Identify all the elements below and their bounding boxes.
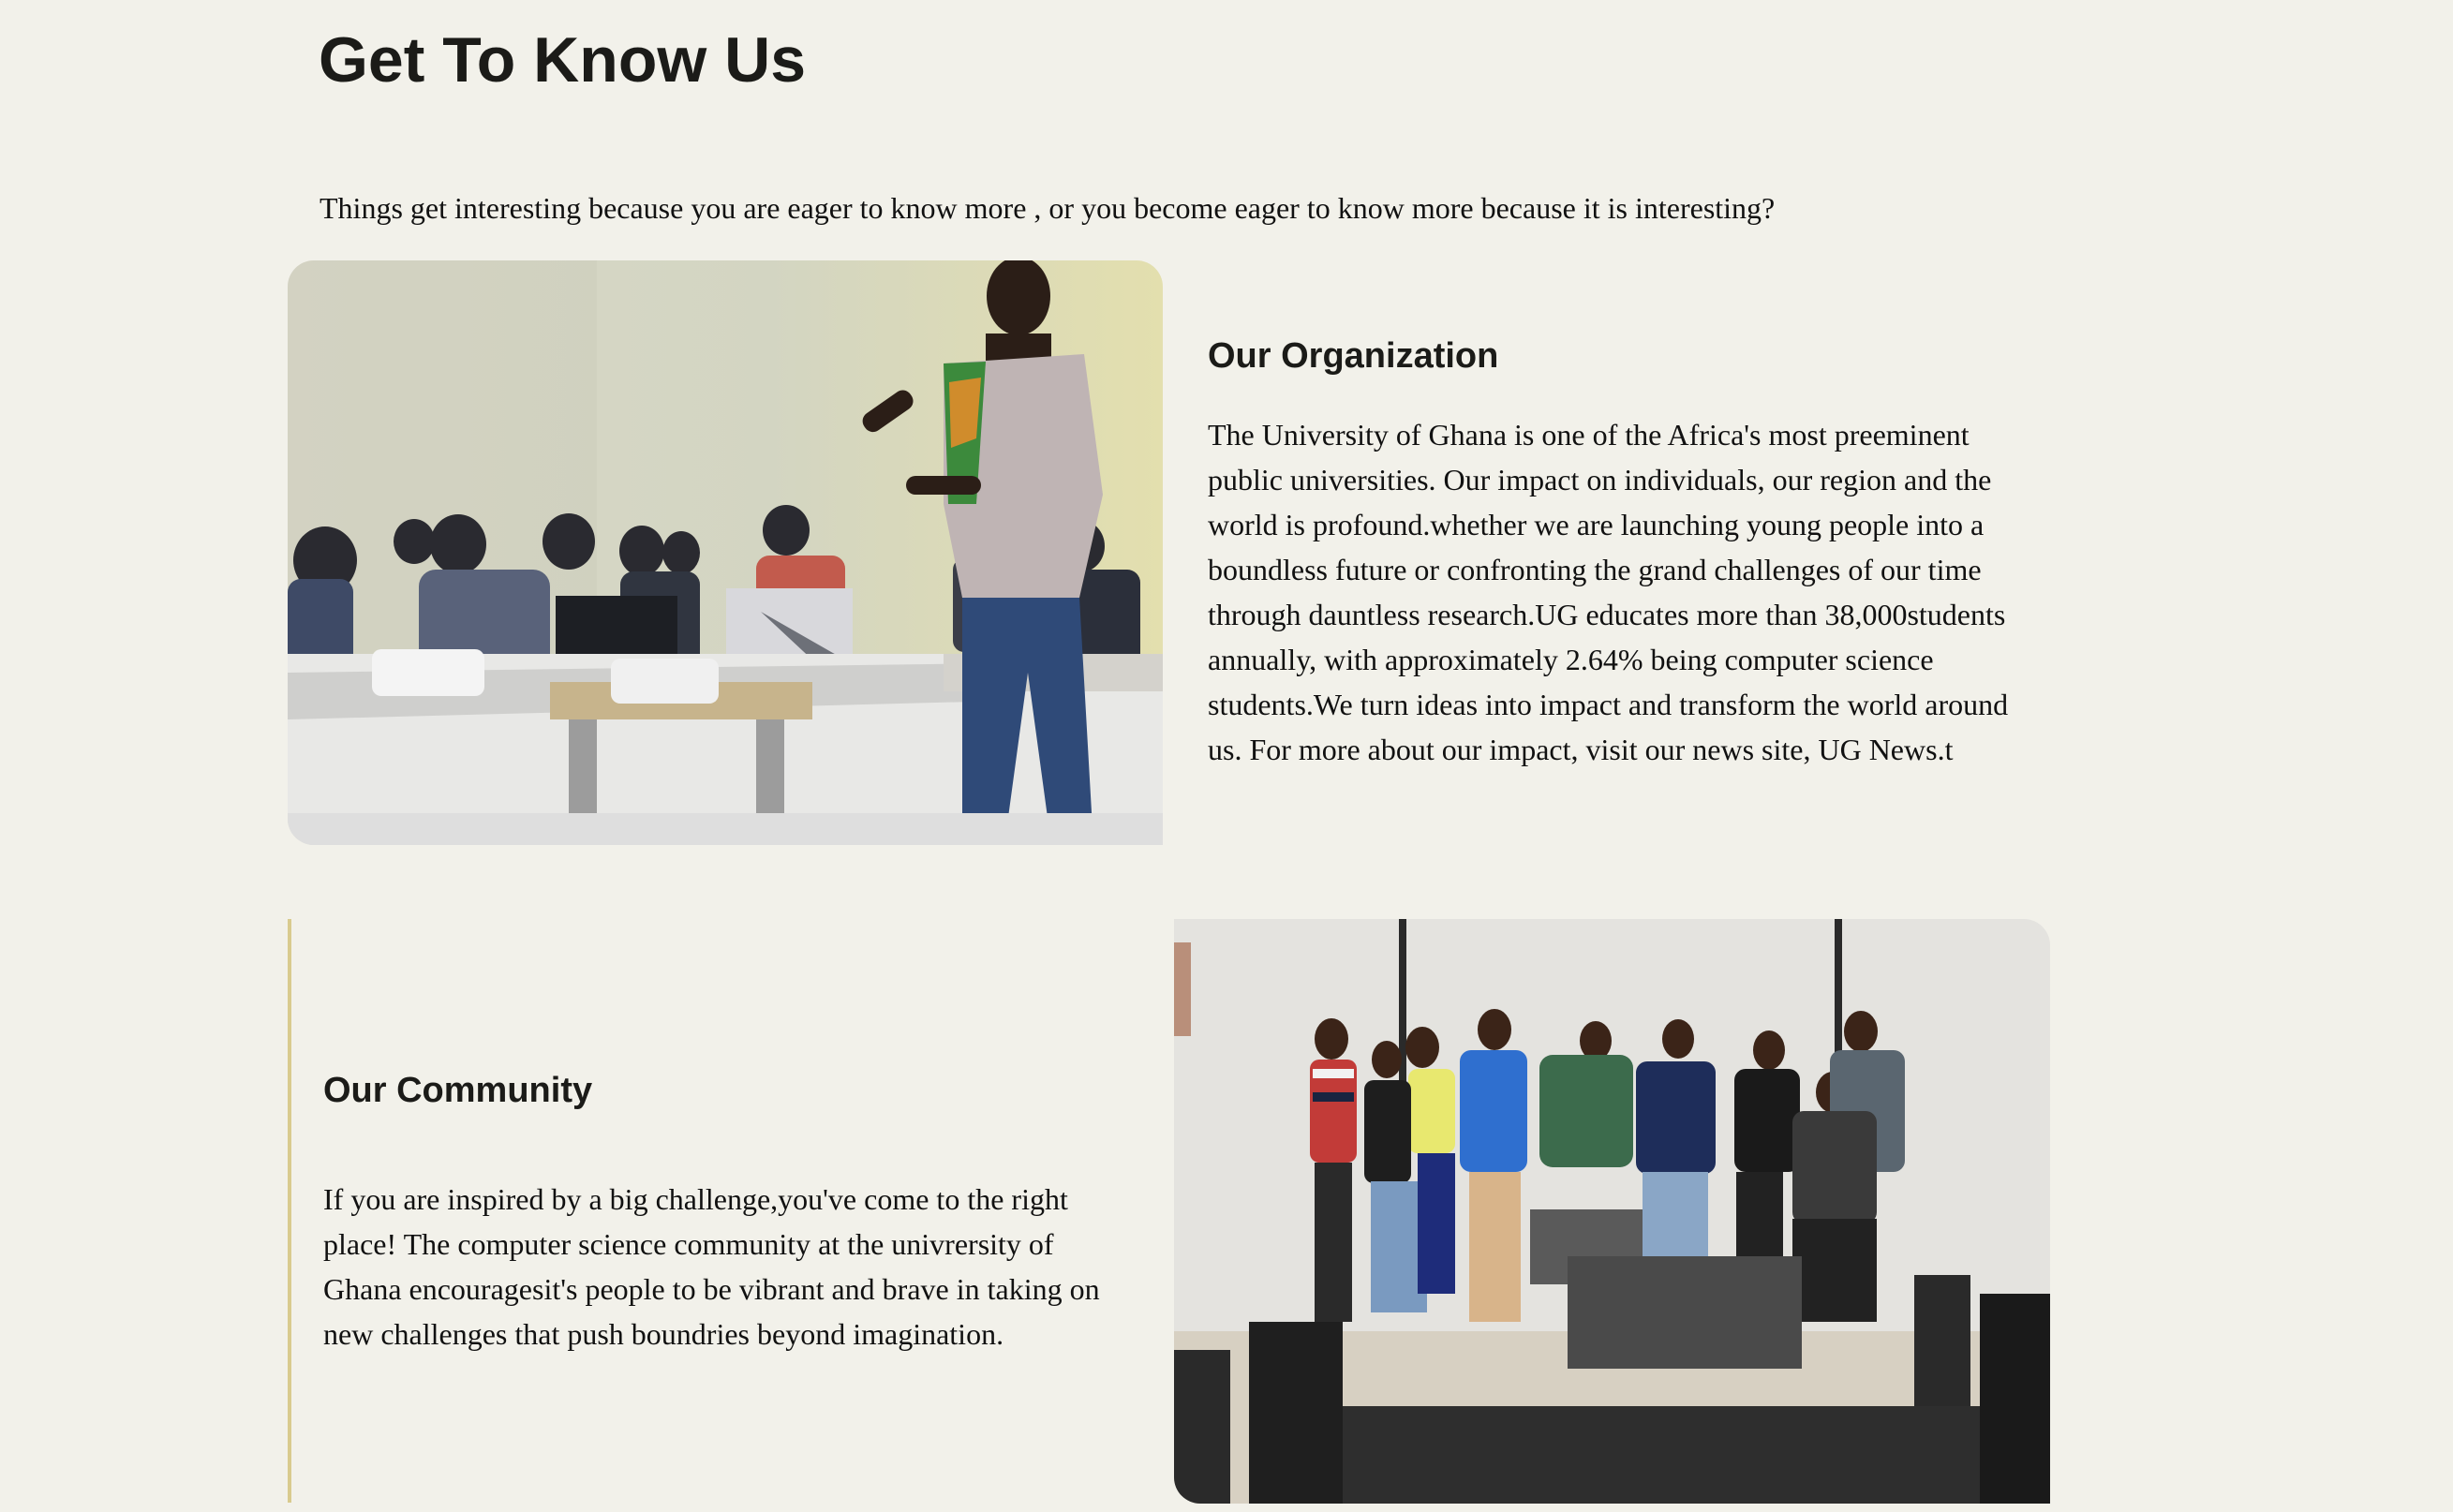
page-tagline: Things get interesting because you are e… (320, 191, 1776, 225)
community-heading: Our Community (323, 1071, 593, 1110)
classroom-photo-illustration (288, 260, 1163, 845)
community-accent-bar (288, 919, 291, 1503)
page: Get To Know Us Things get interesting be… (0, 0, 2453, 1512)
community-description: If you are inspired by a big challenge,y… (323, 1182, 1100, 1351)
classroom-photo (288, 260, 1163, 845)
group-photo (1174, 919, 2050, 1504)
page-title: Get To Know Us (319, 24, 807, 96)
organization-description: The University of Ghana is one of the Af… (1208, 418, 2009, 766)
organization-heading: Our Organization (1208, 336, 1499, 376)
group-photo-illustration (1174, 919, 2050, 1504)
